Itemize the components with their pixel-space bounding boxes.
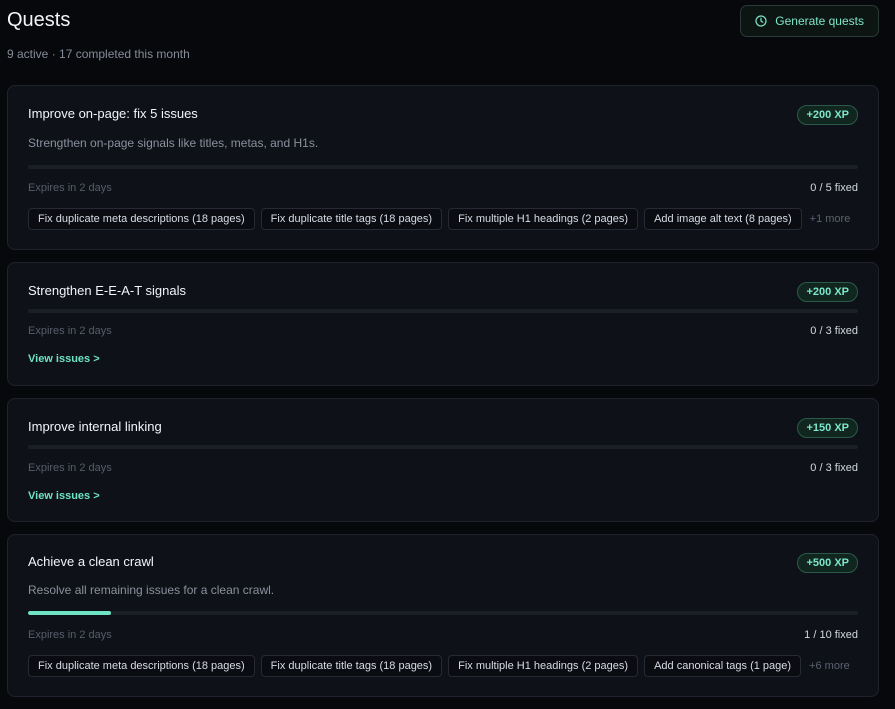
issue-chips: Fix duplicate meta descriptions (18 page… bbox=[28, 655, 858, 677]
xp-badge: +150 XP bbox=[797, 418, 858, 438]
quest-title: Improve on-page: fix 5 issues bbox=[28, 106, 198, 121]
quest-card: Improve on-page: fix 5 issues +200 XP St… bbox=[7, 85, 879, 250]
issue-chip[interactable]: Fix duplicate title tags (18 pages) bbox=[260, 208, 443, 230]
progress-bar bbox=[28, 309, 858, 313]
fixed-count: 0 / 5 fixed bbox=[810, 182, 858, 194]
expires-text: Expires in 2 days bbox=[28, 462, 112, 474]
issue-chip[interactable]: Fix duplicate title tags (18 pages) bbox=[260, 655, 443, 677]
quest-title: Improve internal linking bbox=[28, 419, 162, 434]
view-issues-link[interactable]: View issues > bbox=[28, 490, 100, 502]
quest-list: Improve on-page: fix 5 issues +200 XP St… bbox=[7, 85, 879, 709]
expires-text: Expires in 2 days bbox=[28, 629, 112, 641]
quest-title: Strengthen E-E-A-T signals bbox=[28, 283, 186, 298]
fixed-count: 0 / 3 fixed bbox=[810, 462, 858, 474]
xp-badge: +200 XP bbox=[797, 105, 858, 125]
fixed-count: 0 / 3 fixed bbox=[810, 325, 858, 337]
progress-bar bbox=[28, 445, 858, 449]
quest-description: Resolve all remaining issues for a clean… bbox=[28, 583, 275, 597]
issue-chip[interactable]: Fix multiple H1 headings (2 pages) bbox=[448, 208, 639, 230]
xp-badge: +200 XP bbox=[797, 282, 858, 302]
progress-bar bbox=[28, 611, 858, 615]
expires-text: Expires in 2 days bbox=[28, 182, 112, 194]
generate-quests-button[interactable]: Generate quests bbox=[740, 5, 879, 37]
issue-chips: Fix duplicate meta descriptions (18 page… bbox=[28, 208, 858, 230]
more-issues-link[interactable]: +6 more bbox=[809, 660, 850, 672]
issue-chip[interactable]: Fix multiple H1 headings (2 pages) bbox=[448, 655, 639, 677]
expires-text: Expires in 2 days bbox=[28, 325, 112, 337]
quest-description: Strengthen on-page signals like titles, … bbox=[28, 136, 319, 150]
quest-card: Achieve a clean crawl +500 XP Resolve al… bbox=[7, 534, 879, 697]
clock-icon bbox=[755, 15, 767, 27]
fixed-count: 1 / 10 fixed bbox=[804, 629, 858, 641]
issue-chip[interactable]: Fix duplicate meta descriptions (18 page… bbox=[28, 655, 255, 677]
more-issues-link[interactable]: +1 more bbox=[810, 213, 851, 225]
progress-bar bbox=[28, 165, 858, 169]
quest-title: Achieve a clean crawl bbox=[28, 554, 154, 569]
page-subtitle: 9 active · 17 completed this month bbox=[7, 47, 190, 61]
quest-card: Strengthen E-E-A-T signals +200 XP Expir… bbox=[7, 262, 879, 386]
issue-chip[interactable]: Add canonical tags (1 page) bbox=[644, 655, 802, 677]
quest-card: Improve internal linking +150 XP Expires… bbox=[7, 398, 879, 522]
issue-chip[interactable]: Add image alt text (8 pages) bbox=[644, 208, 802, 230]
generate-quests-label: Generate quests bbox=[775, 14, 864, 28]
xp-badge: +500 XP bbox=[797, 553, 858, 573]
issue-chip[interactable]: Fix duplicate meta descriptions (18 page… bbox=[28, 208, 255, 230]
progress-fill bbox=[28, 611, 111, 615]
page-header: Quests 9 active · 17 completed this mont… bbox=[7, 5, 879, 68]
view-issues-link[interactable]: View issues > bbox=[28, 353, 100, 365]
